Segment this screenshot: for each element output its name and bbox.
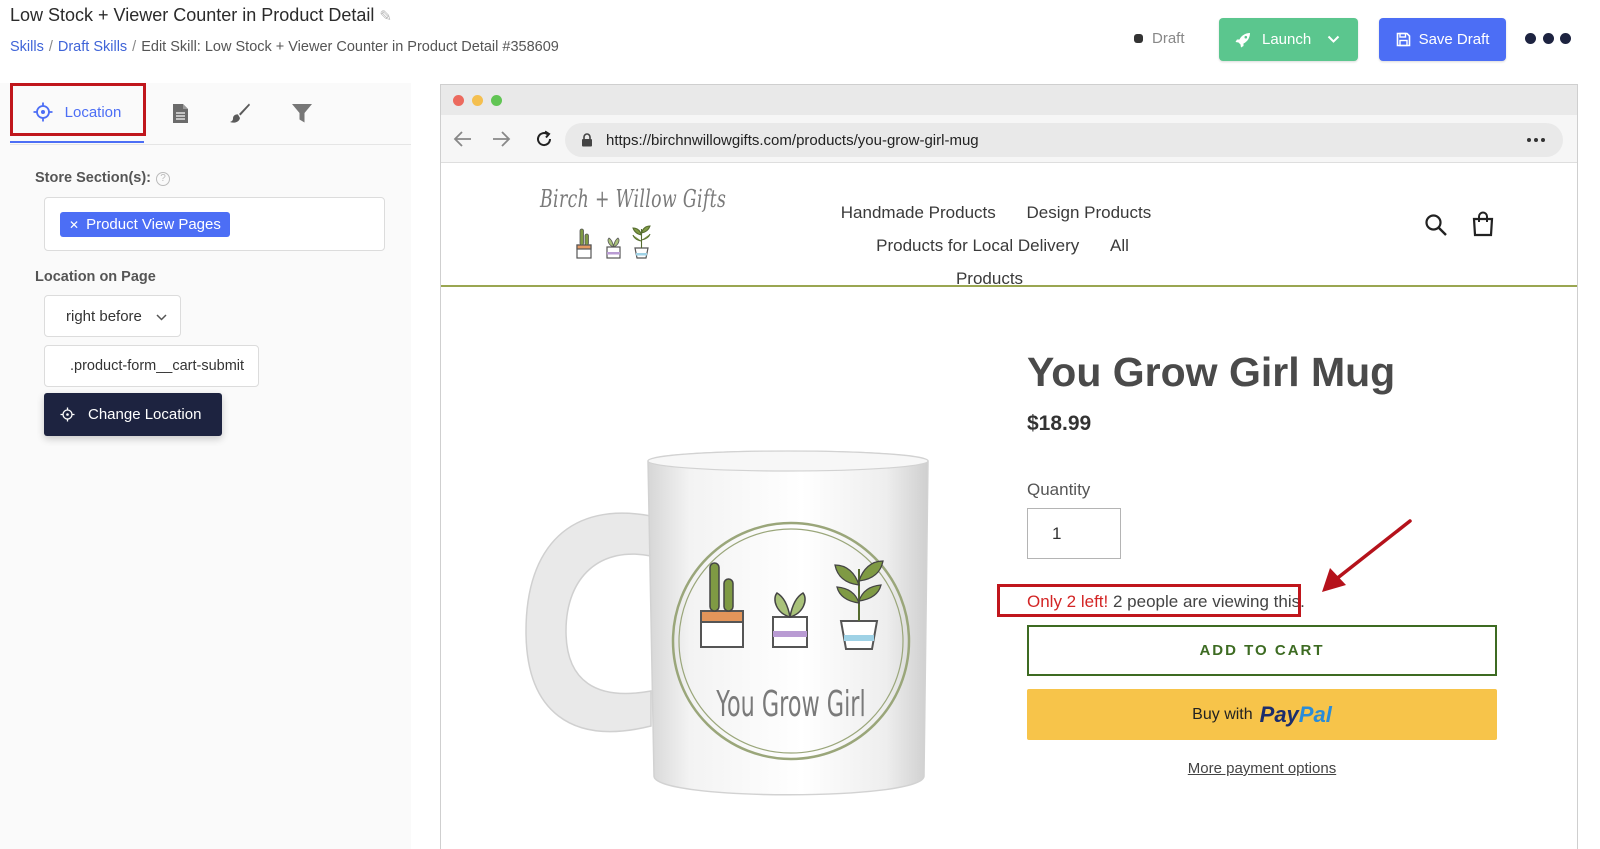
css-selector-input[interactable]: [44, 345, 259, 387]
browser-toolbar: https://birchnwillowgifts.com/products/y…: [441, 115, 1577, 163]
status-dot-icon: [1134, 34, 1143, 43]
store-sections-label: Store Section(s):?: [35, 170, 171, 186]
lock-icon: [582, 133, 592, 147]
launch-label: Launch: [1262, 31, 1312, 48]
tab-location-label: Location: [64, 103, 122, 121]
breadcrumb-skills[interactable]: Skills: [10, 39, 44, 55]
chevron-down-icon: [156, 308, 167, 325]
add-to-cart-button[interactable]: ADD TO CART: [1027, 625, 1497, 676]
store-navigation: Handmade Products Design Products Produc…: [826, 196, 1166, 295]
crosshair-icon: [60, 407, 75, 422]
product-image[interactable]: You Grow Girl: [516, 446, 936, 808]
url-text: https://birchnwillowgifts.com/products/y…: [606, 132, 979, 149]
filter-icon: [292, 103, 312, 122]
quantity-label: Quantity: [1027, 480, 1091, 499]
logo-text: Birch + Willow Gifts: [540, 185, 727, 213]
maximize-window-icon[interactable]: [491, 95, 502, 106]
status-badge: Draft: [1134, 30, 1185, 47]
help-icon[interactable]: ?: [156, 172, 171, 186]
document-icon: [172, 103, 188, 123]
nav-link-local-delivery[interactable]: Products for Local Delivery: [876, 236, 1079, 255]
crosshair-icon: [33, 102, 53, 122]
breadcrumb-current: Edit Skill: Low Stock + Viewer Counter i…: [141, 39, 559, 55]
browser-titlebar: [441, 85, 1577, 115]
store-preview-browser: https://birchnwillowgifts.com/products/y…: [440, 84, 1578, 849]
section-chip: ✕ Product View Pages: [60, 212, 230, 237]
skill-settings-panel: Location Store Section(s):? ✕ Product Vi…: [0, 83, 411, 849]
change-location-label: Change Location: [88, 406, 202, 423]
product-title: You Grow Girl Mug: [1027, 349, 1396, 395]
page-title-text: Low Stock + Viewer Counter in Product De…: [10, 5, 375, 25]
position-select[interactable]: right before: [44, 295, 181, 337]
search-icon[interactable]: [1424, 213, 1448, 237]
nav-link-design[interactable]: Design Products: [1026, 203, 1151, 222]
remove-chip-icon[interactable]: ✕: [69, 218, 79, 232]
position-select-value: right before: [66, 307, 142, 325]
low-stock-text: Only 2 left!: [1027, 592, 1109, 611]
status-text: Draft: [1152, 30, 1185, 47]
settings-tabs: Location: [10, 83, 411, 145]
breadcrumb: Skills / Draft Skills / Edit Skill: Low Stoc…: [10, 39, 559, 55]
page-title: Low Stock + Viewer Counter in Product De…: [10, 5, 392, 26]
tab-location[interactable]: Location: [10, 83, 144, 143]
address-bar[interactable]: https://birchnwillowgifts.com/products/y…: [565, 123, 1563, 157]
more-payment-options-link[interactable]: More payment options: [1027, 760, 1497, 777]
browser-menu-icon[interactable]: [1527, 138, 1545, 142]
close-window-icon[interactable]: [453, 95, 464, 106]
location-on-page-label: Location on Page: [35, 269, 156, 285]
chevron-down-icon[interactable]: [1327, 31, 1340, 48]
paypal-logo: PayPal: [1259, 701, 1332, 727]
quantity-input[interactable]: [1027, 508, 1121, 559]
launch-button[interactable]: Launch: [1219, 18, 1358, 61]
floppy-disk-icon: [1396, 32, 1410, 47]
brush-icon: [230, 103, 250, 123]
save-draft-button[interactable]: Save Draft: [1379, 18, 1506, 61]
breadcrumb-draft-skills[interactable]: Draft Skills: [58, 39, 127, 55]
store-logo[interactable]: Birch + Willow Gifts: [540, 185, 727, 260]
tab-design[interactable]: [220, 83, 260, 143]
annotation-arrow-icon: [1322, 519, 1412, 592]
section-chip-label: Product View Pages: [86, 216, 221, 233]
paypal-button[interactable]: Buy with PayPal: [1027, 689, 1497, 740]
mug-print-text: You Grow Girl: [716, 684, 866, 726]
stock-viewer-message: Only 2 left! 2 people are viewing this.: [1027, 592, 1305, 612]
store-header: Birch + Willow Gifts Handmade Products D…: [441, 163, 1577, 288]
pencil-icon[interactable]: ✎: [379, 7, 392, 25]
store-sections-field[interactable]: ✕ Product View Pages: [44, 197, 385, 251]
minimize-window-icon[interactable]: [472, 95, 483, 106]
change-location-button[interactable]: Change Location: [44, 393, 222, 436]
tab-filters[interactable]: [282, 83, 322, 143]
reload-icon[interactable]: [535, 130, 553, 148]
forward-arrow-icon[interactable]: [491, 130, 511, 148]
tab-content[interactable]: [160, 83, 200, 143]
save-draft-label: Save Draft: [1418, 31, 1490, 48]
nav-link-handmade[interactable]: Handmade Products: [841, 203, 996, 222]
shopping-bag-icon[interactable]: [1471, 211, 1495, 237]
back-arrow-icon[interactable]: [453, 130, 473, 148]
more-options-icon[interactable]: [1525, 28, 1571, 48]
rocket-icon: [1235, 32, 1250, 47]
buy-with-label: Buy with: [1192, 705, 1253, 723]
product-price: $18.99: [1027, 412, 1092, 435]
potted-plants-icon: [576, 225, 651, 259]
viewer-count-text: 2 people are viewing this.: [1108, 592, 1305, 611]
